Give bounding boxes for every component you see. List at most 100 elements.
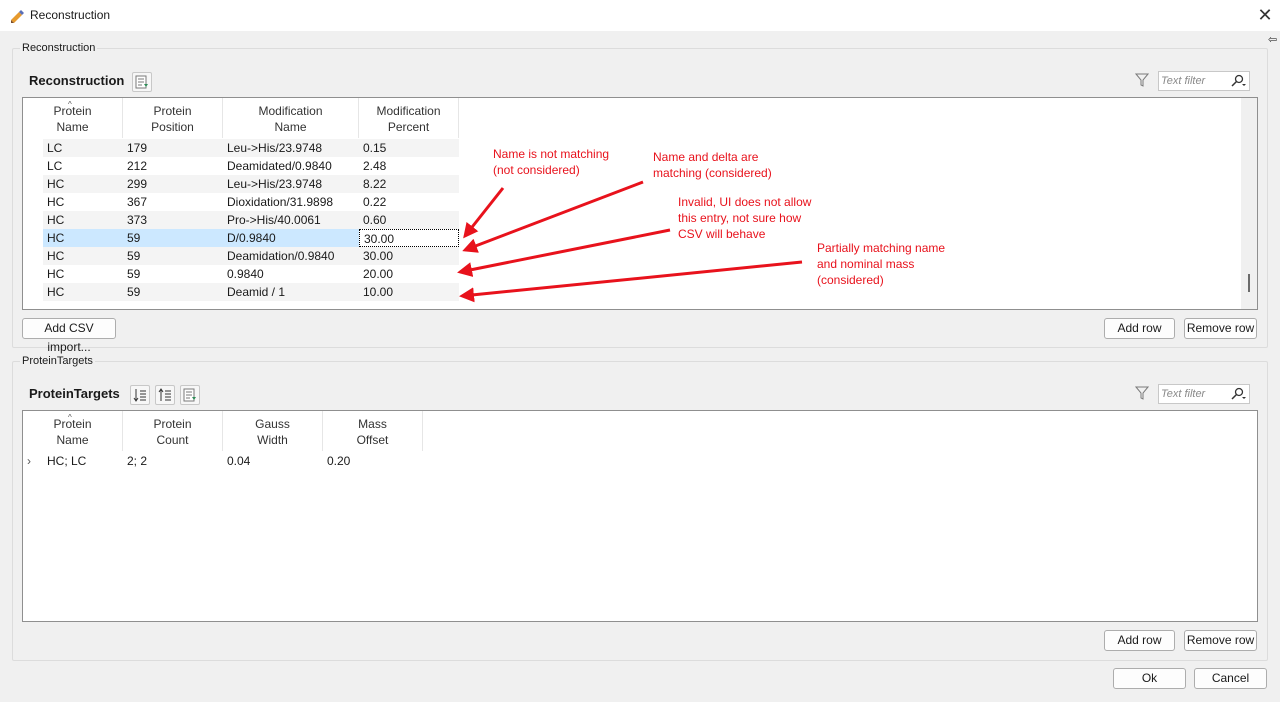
window-title: Reconstruction (30, 8, 111, 22)
sort-caret-icon: ^ (68, 413, 72, 422)
sort-ascending-icon (158, 388, 171, 401)
targets-filter (1158, 384, 1250, 404)
cell-modification-name: Pro->His/40.0061 (227, 213, 321, 227)
table-row[interactable]: HC 59 D/0.9840 30.00 (43, 229, 459, 247)
reconstruction-add-row-button[interactable]: Add row (1104, 318, 1175, 339)
column-header-protein-count[interactable]: Protein Count (123, 411, 223, 451)
export-icon (183, 388, 196, 402)
table-row[interactable]: HC 59 Deamid / 1 10.00 (43, 283, 459, 301)
annotation-name-not-matching: Name is not matching (not considered) (493, 147, 610, 177)
targets-remove-row-button[interactable]: Remove row (1184, 630, 1257, 651)
cell-modification-percent: 10.00 (363, 285, 394, 299)
cell-protein-name: HC (47, 213, 65, 227)
targets-export-button[interactable] (180, 385, 200, 405)
cell-protein-position: 59 (127, 267, 141, 281)
cell-protein-position: 59 (127, 249, 141, 263)
reconstruction-title: Reconstruction (29, 73, 125, 88)
targets-grid: ^ Protein Name Protein Count Gauss Width… (22, 410, 1258, 622)
table-row[interactable]: LC 212 Deamidated/0.9840 2.48 (43, 157, 459, 175)
cell-modification-percent: 20.00 (363, 267, 394, 281)
cell-protein-position: 179 (127, 141, 148, 155)
reconstruction-group-legend: Reconstruction (20, 42, 98, 54)
cell-protein-position: 373 (127, 213, 148, 227)
cell-modification-percent: 30.00 (363, 249, 394, 263)
sort-ascending-button[interactable] (155, 385, 175, 405)
annotation-partial-match: Partially matching name and nominal mass… (817, 241, 946, 287)
cell-protein-position: 299 (127, 177, 148, 191)
cell-modification-percent[interactable]: 30.00 (359, 229, 459, 247)
cell-modification-name: Deamidated/0.9840 (227, 159, 332, 173)
column-header-protein-name[interactable]: ^ Protein Name (23, 98, 123, 138)
table-row[interactable]: HC 299 Leu->His/23.9748 8.22 (43, 175, 459, 193)
cell-protein-name: HC (47, 195, 65, 209)
cell-gauss-width: 0.04 (227, 454, 251, 468)
table-row[interactable]: HC 59 0.9840 20.00 (43, 265, 459, 283)
cell-modification-name: Deamidation/0.9840 (227, 249, 335, 263)
table-row[interactable]: HC 59 Deamidation/0.9840 30.00 (43, 247, 459, 265)
cell-modification-name: Deamid / 1 (227, 285, 286, 299)
app-icon (11, 10, 24, 23)
cell-modification-percent: 0.15 (363, 141, 387, 155)
column-header-mass-offset[interactable]: Mass Offset (323, 411, 423, 451)
cell-protein-name: HC (47, 177, 65, 191)
annotation-name-delta-matching: Name and delta are matching (considered) (653, 150, 772, 180)
cell-protein-name: HC (47, 267, 65, 281)
export-button[interactable] (132, 72, 152, 92)
table-row[interactable]: › HC; LC 2; 2 0.04 0.20 (23, 452, 443, 470)
close-icon[interactable]: ✕ (1254, 4, 1276, 26)
targets-title: ProteinTargets (29, 386, 120, 401)
table-row[interactable]: HC 367 Dioxidation/31.9898 0.22 (43, 193, 459, 211)
export-icon (135, 75, 148, 89)
filter-icon[interactable] (1135, 73, 1149, 87)
cell-modification-name: D/0.9840 (227, 231, 276, 245)
cell-modification-percent: 0.60 (363, 213, 387, 227)
search-icon[interactable] (1229, 73, 1247, 88)
vertical-scrollbar[interactable] (1241, 98, 1257, 309)
table-row[interactable]: LC 179 Leu->His/23.9748 0.15 (43, 139, 459, 157)
cell-modification-name: Dioxidation/31.9898 (227, 195, 334, 209)
annotation-invalid: Invalid, UI does not allow this entry, n… (678, 195, 812, 241)
pin-icon[interactable]: ⇦ (1268, 33, 1277, 46)
cell-protein-name: HC (47, 231, 65, 245)
targets-add-row-button[interactable]: Add row (1104, 630, 1175, 651)
filter-icon[interactable] (1135, 386, 1149, 400)
cell-protein-name: LC (47, 141, 63, 155)
cancel-button[interactable]: Cancel (1194, 668, 1267, 689)
targets-group-legend: ProteinTargets (20, 355, 95, 367)
column-header-protein-name[interactable]: ^ Protein Name (23, 411, 123, 451)
cell-protein-name: LC (47, 159, 63, 173)
table-row[interactable]: HC 373 Pro->His/40.0061 0.60 (43, 211, 459, 229)
sort-descending-button[interactable] (130, 385, 150, 405)
targets-filter-input[interactable] (1161, 386, 1225, 401)
cell-protein-position: 59 (127, 285, 141, 299)
reconstruction-filter-input[interactable] (1161, 73, 1225, 88)
scrollbar-thumb[interactable] (1248, 274, 1250, 292)
cell-modification-name: Leu->His/23.9748 (227, 141, 323, 155)
sort-descending-icon (133, 389, 146, 402)
reconstruction-grid: ^ Protein Name Protein Position Modifica… (22, 97, 1258, 310)
column-header-modification-name[interactable]: Modification Name (223, 98, 359, 138)
cell-protein-name: HC (47, 285, 65, 299)
reconstruction-remove-row-button[interactable]: Remove row (1184, 318, 1257, 339)
ok-button[interactable]: Ok (1113, 668, 1186, 689)
cell-mass-offset: 0.20 (327, 454, 351, 468)
cell-protein-name: HC (47, 249, 65, 263)
cell-modification-name: Leu->His/23.9748 (227, 177, 323, 191)
cell-protein-position: 367 (127, 195, 148, 209)
reconstruction-header: ^ Protein Name Protein Position Modifica… (23, 98, 463, 138)
chevron-right-icon[interactable]: › (27, 452, 43, 470)
targets-header: ^ Protein Name Protein Count Gauss Width… (23, 411, 423, 451)
cell-modification-percent: 2.48 (363, 159, 387, 173)
column-header-modification-percent[interactable]: Modification Percent (359, 98, 459, 138)
column-header-protein-position[interactable]: Protein Position (123, 98, 223, 138)
cell-modification-percent: 8.22 (363, 177, 387, 191)
add-csv-import-button[interactable]: Add CSV import... (22, 318, 116, 354)
title-bar: Reconstruction ✕ (0, 0, 1280, 31)
cell-modification-name: 0.9840 (227, 267, 264, 281)
cell-protein-position: 212 (127, 159, 148, 173)
sort-caret-icon: ^ (68, 100, 72, 109)
column-header-gauss-width[interactable]: Gauss Width (223, 411, 323, 451)
cell-modification-percent: 0.22 (363, 195, 387, 209)
cell-protein-position: 59 (127, 231, 141, 245)
search-icon[interactable] (1229, 386, 1247, 401)
